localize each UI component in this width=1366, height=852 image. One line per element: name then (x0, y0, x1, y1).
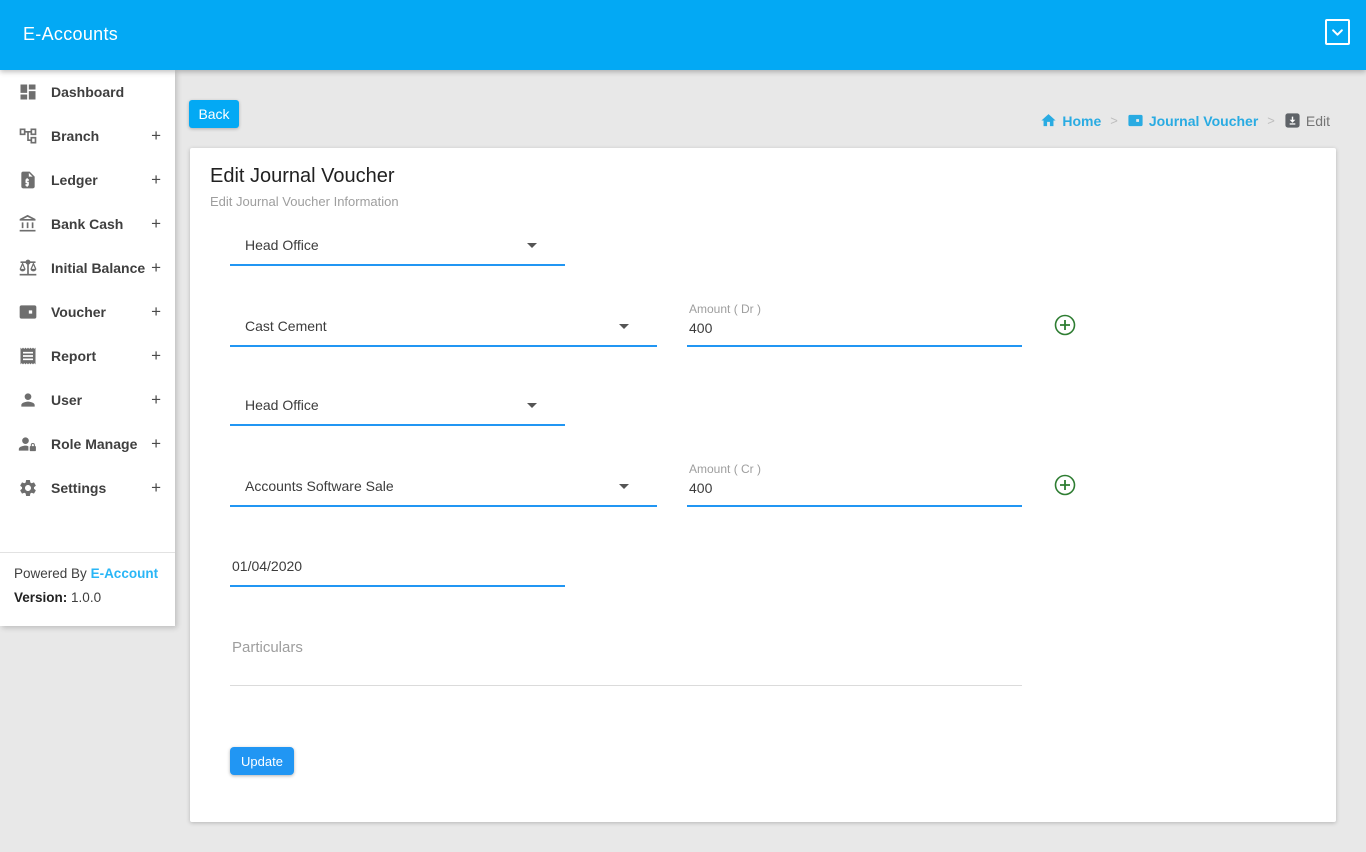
sidebar-item-role-manage[interactable]: Role Manage + (0, 422, 175, 466)
add-credit-row-button[interactable] (1053, 473, 1077, 497)
chevron-down-icon (527, 403, 537, 408)
breadcrumb-journal-voucher-label: Journal Voucher (1149, 113, 1258, 129)
sidebar-item-dashboard[interactable]: Dashboard (0, 70, 175, 114)
sidebar-footer: Powered By E-Account Version: 1.0.0 (0, 552, 175, 605)
gear-icon (18, 478, 38, 498)
ledger-dr-value: Cast Cement (245, 318, 327, 334)
version-value: 1.0.0 (71, 590, 101, 605)
sidebar-item-label: Ledger (51, 172, 98, 188)
breadcrumb-separator: > (1267, 113, 1275, 128)
sidebar-item-voucher[interactable]: Voucher + (0, 290, 175, 334)
branch-cr-select[interactable]: Head Office (230, 382, 565, 426)
e-account-link[interactable]: E-Account (91, 566, 159, 581)
user-person-icon (18, 390, 38, 410)
edit-journal-voucher-card: Edit Journal Voucher Edit Journal Vouche… (190, 148, 1336, 822)
sidebar-item-label: User (51, 392, 82, 408)
expand-plus: + (151, 302, 161, 322)
report-receipt-icon (18, 346, 38, 366)
breadcrumb-home-label: Home (1062, 113, 1101, 129)
version-line: Version: 1.0.0 (14, 590, 161, 605)
amount-dr-value: 400 (689, 320, 712, 336)
version-label: Version: (14, 590, 67, 605)
balance-scale-icon (18, 258, 38, 278)
role-person-lock-icon (18, 434, 38, 454)
sidebar-item-settings[interactable]: Settings + (0, 466, 175, 510)
chevron-down-icon (1330, 25, 1345, 40)
breadcrumb-edit-label: Edit (1306, 113, 1330, 129)
powered-by-line: Powered By E-Account (14, 566, 161, 581)
add-debit-row-button[interactable] (1053, 313, 1077, 337)
app-title: E-Accounts (23, 24, 118, 45)
sidebar-item-label: Role Manage (51, 436, 137, 452)
chevron-down-icon (527, 243, 537, 248)
dashboard-icon (18, 82, 38, 102)
chevron-down-icon (619, 484, 629, 489)
expand-plus: + (151, 478, 161, 498)
sidebar-item-label: Initial Balance (51, 260, 145, 276)
sidebar-item-branch[interactable]: Branch + (0, 114, 175, 158)
breadcrumb: Home > Journal Voucher > Edit (1040, 112, 1330, 129)
sidebar-item-label: Branch (51, 128, 99, 144)
sidebar-item-label: Dashboard (51, 84, 124, 100)
sidebar-item-user[interactable]: User + (0, 378, 175, 422)
breadcrumb-journal-voucher[interactable]: Journal Voucher (1127, 112, 1258, 129)
sidebar-item-label: Settings (51, 480, 106, 496)
sidebar-item-label: Bank Cash (51, 216, 123, 232)
sidebar-item-ledger[interactable]: Ledger + (0, 158, 175, 202)
plus-circle-icon (1053, 313, 1077, 337)
page-title: Edit Journal Voucher (210, 165, 395, 188)
sidebar-item-initial-balance[interactable]: Initial Balance + (0, 246, 175, 290)
ledger-dr-select[interactable]: Cast Cement (230, 303, 657, 347)
branch-tree-icon (18, 126, 38, 146)
sidebar-item-label: Voucher (51, 304, 106, 320)
particulars-placeholder: Particulars (232, 639, 303, 656)
amount-dr-label: Amount ( Dr ) (689, 302, 761, 316)
amount-cr-value: 400 (689, 480, 712, 496)
voucher-card-icon (1127, 112, 1144, 129)
chevron-down-icon (619, 324, 629, 329)
branch-dr-value: Head Office (245, 237, 319, 253)
sidebar-item-bank-cash[interactable]: Bank Cash + (0, 202, 175, 246)
sidebar-item-label: Report (51, 348, 96, 364)
amount-dr-field[interactable]: Amount ( Dr ) 400 (687, 287, 1022, 347)
breadcrumb-edit: Edit (1284, 112, 1330, 129)
page-subtitle: Edit Journal Voucher Information (210, 194, 399, 209)
amount-cr-label: Amount ( Cr ) (689, 462, 761, 476)
particulars-field[interactable]: Particulars (230, 626, 1022, 686)
powered-by-text: Powered By (14, 566, 87, 581)
breadcrumb-home[interactable]: Home (1040, 112, 1101, 129)
sidebar-item-report[interactable]: Report + (0, 334, 175, 378)
date-field[interactable]: 01/04/2020 (230, 543, 565, 587)
date-value: 01/04/2020 (232, 558, 302, 574)
expand-plus: + (151, 170, 161, 190)
amount-cr-field[interactable]: Amount ( Cr ) 400 (687, 447, 1022, 507)
breadcrumb-separator: > (1110, 113, 1118, 128)
expand-plus: + (151, 214, 161, 234)
expand-plus: + (151, 390, 161, 410)
branch-cr-value: Head Office (245, 397, 319, 413)
update-button[interactable]: Update (230, 747, 294, 775)
ledger-invoice-icon (18, 170, 38, 190)
app-header: E-Accounts (0, 0, 1366, 70)
expand-plus: + (151, 434, 161, 454)
home-icon (1040, 112, 1057, 129)
ledger-cr-select[interactable]: Accounts Software Sale (230, 463, 657, 507)
ledger-cr-value: Accounts Software Sale (245, 478, 394, 494)
expand-plus: + (151, 346, 161, 366)
plus-circle-icon (1053, 473, 1077, 497)
branch-dr-select[interactable]: Head Office (230, 222, 565, 266)
expand-plus: + (151, 126, 161, 146)
back-button[interactable]: Back (189, 100, 239, 128)
header-dropdown-button[interactable] (1325, 19, 1350, 45)
voucher-card-icon (18, 302, 38, 322)
sidebar: Dashboard Branch + Ledger + Bank Cash + … (0, 70, 175, 626)
expand-plus: + (151, 258, 161, 278)
edit-download-icon (1284, 112, 1301, 129)
bank-icon (18, 214, 38, 234)
